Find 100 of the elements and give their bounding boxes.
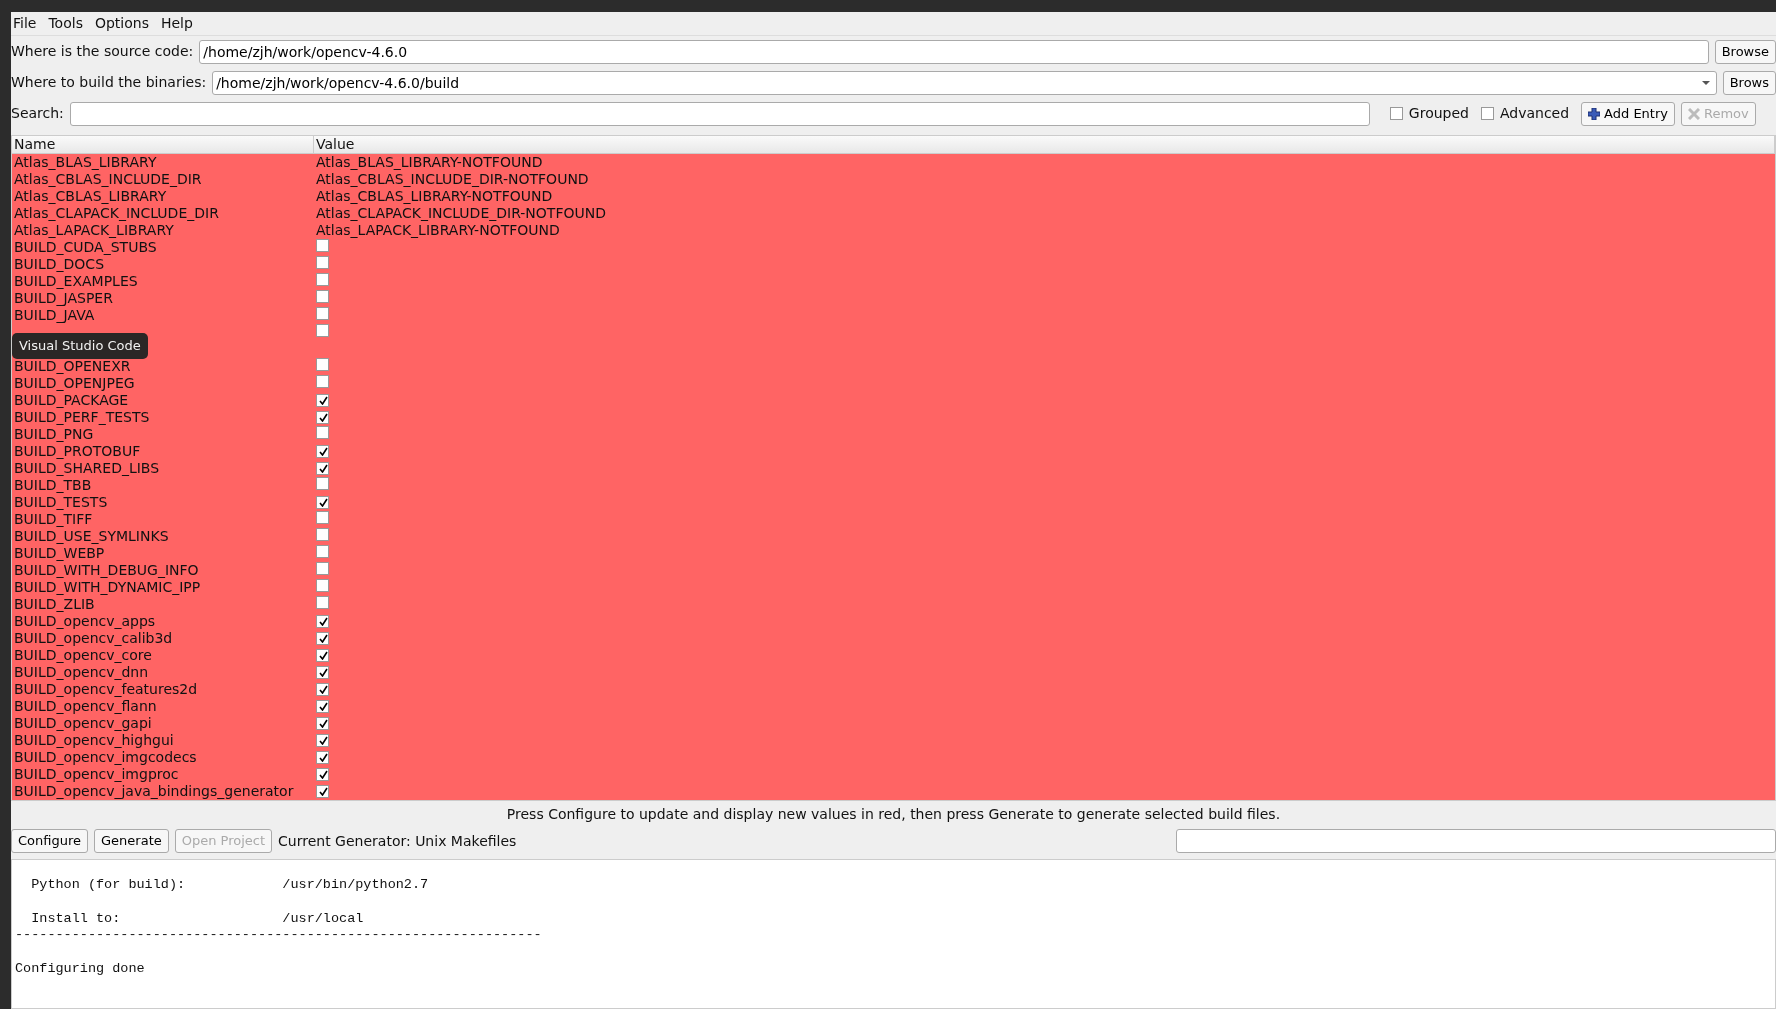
- checkbox[interactable]: [316, 375, 329, 388]
- table-cell-text: BUILD_PNG: [13, 426, 95, 443]
- menu-item[interactable]: Tools: [48, 13, 83, 34]
- table-row[interactable]: BUILD_PERF_TESTS: [12, 409, 1775, 426]
- menu-item[interactable]: Help: [160, 13, 193, 34]
- table-row[interactable]: BUILD_PROTOBUF: [12, 443, 1775, 460]
- checkbox[interactable]: [316, 615, 329, 628]
- table-row[interactable]: BUILD_opencv_dnn: [12, 664, 1775, 681]
- table-cell-text: BUILD_opencv_gapi: [13, 715, 153, 732]
- checkbox[interactable]: [316, 239, 329, 252]
- column-header[interactable]: Name: [12, 136, 314, 153]
- table-row[interactable]: BUILD_PNG: [12, 426, 1775, 443]
- table-row[interactable]: BUILD_opencv_calib3d: [12, 630, 1775, 647]
- checkbox[interactable]: [316, 290, 329, 303]
- checkbox[interactable]: [316, 768, 329, 781]
- field-label: Where to build the binaries:: [11, 73, 207, 92]
- table-row[interactable]: Atlas_CBLAS_INCLUDE_DIR Atlas_CBLAS_INCLUDE_DIR-NOTFOUND: [12, 171, 1775, 188]
- column-header[interactable]: Value: [314, 136, 1775, 153]
- checkbox[interactable]: [316, 562, 329, 575]
- checkbox[interactable]: [316, 545, 329, 558]
- checkbox[interactable]: [316, 785, 329, 798]
- table-row[interactable]: BUILD_TIFF: [12, 511, 1775, 528]
- table-cell-text: BUILD_WITH_DYNAMIC_IPP: [13, 579, 202, 596]
- table-row[interactable]: BUILD_USE_SYMLINKS: [12, 528, 1775, 545]
- action-button[interactable]: Configure: [11, 829, 88, 853]
- table-row[interactable]: BUILD_opencv_flann: [12, 698, 1775, 715]
- source-path-field[interactable]: /home/zjh/work/opencv-4.6.0: [199, 39, 1709, 64]
- checkbox[interactable]: [316, 666, 329, 679]
- checkbox[interactable]: [316, 394, 329, 407]
- table-row[interactable]: BUILD_opencv_java_bindings_generator: [12, 783, 1775, 800]
- table-cell-text: BUILD_opencv_imgcodecs: [13, 749, 198, 766]
- checkbox[interactable]: [316, 596, 329, 609]
- table-row[interactable]: BUILD_TESTS: [12, 494, 1775, 511]
- table-row[interactable]: BUILD_opencv_apps: [12, 613, 1775, 630]
- checkbox[interactable]: [316, 426, 329, 439]
- checkbox[interactable]: [316, 273, 329, 286]
- checkbox[interactable]: [316, 683, 329, 696]
- checkbox[interactable]: [316, 496, 329, 509]
- text-field[interactable]: [1176, 829, 1776, 853]
- checkbox[interactable]: [316, 751, 329, 764]
- table-row[interactable]: BUILD_PACKAGE: [12, 392, 1775, 409]
- table-row[interactable]: Atlas_CLAPACK_INCLUDE_DIR Atlas_CLAPACK_INCLUDE_DIR-NOTFOUND: [12, 205, 1775, 222]
- table-row[interactable]: BUILD_JAVA: [12, 307, 1775, 324]
- generator-label: Current Generator: Unix Makefiles: [278, 831, 517, 851]
- checkbox[interactable]: [316, 477, 329, 490]
- table-cell-text: Atlas_CLAPACK_INCLUDE_DIR: [13, 205, 220, 222]
- checkbox[interactable]: [316, 734, 329, 747]
- build-path-field[interactable]: /home/zjh/work/opencv-4.6.0/build: [212, 70, 1717, 95]
- checkbox[interactable]: [316, 411, 329, 424]
- checkbox[interactable]: [316, 717, 329, 730]
- table-row[interactable]: BUILD_WEBP: [12, 545, 1775, 562]
- table-row[interactable]: BUILD_JASPER: [12, 290, 1775, 307]
- table-cell-text: Atlas_LAPACK_LIBRARY-NOTFOUND: [315, 222, 561, 239]
- table-row[interactable]: BUILD_CUDA_STUBS: [12, 239, 1775, 256]
- table-row[interactable]: BUILD_opencv_core: [12, 647, 1775, 664]
- table-row[interactable]: BUILD_opencv_imgproc: [12, 766, 1775, 783]
- table-row[interactable]: BUILD_EXAMPLES: [12, 273, 1775, 290]
- checkbox[interactable]: [316, 700, 329, 713]
- table-row[interactable]: BUILD_opencv_features2d: [12, 681, 1775, 698]
- table-row[interactable]: BUILD_opencv_gapi: [12, 715, 1775, 732]
- table-row[interactable]: BUILD_OPENJPEG: [12, 375, 1775, 392]
- table-cell-text: BUILD_USE_SYMLINKS: [13, 528, 170, 545]
- checkbox[interactable]: [316, 256, 329, 269]
- checkbox[interactable]: [316, 324, 329, 337]
- checkbox[interactable]: [316, 632, 329, 645]
- table-row[interactable]: Atlas_LAPACK_LIBRARY Atlas_LAPACK_LIBRARY-NOTFOUND: [12, 222, 1775, 239]
- dropdown-arrow-icon[interactable]: [1700, 79, 1711, 86]
- checkbox[interactable]: [316, 358, 329, 371]
- search-field[interactable]: [69, 101, 1370, 126]
- browse-button[interactable]: Browse: [1714, 39, 1776, 64]
- checkbox[interactable]: [316, 579, 329, 592]
- table-row[interactable]: BUILD_WITH_DEBUG_INFO: [12, 562, 1775, 579]
- table-cell-text: BUILD_PERF_TESTS: [13, 409, 151, 426]
- table-cell-text: BUILD_DOCS: [13, 256, 106, 273]
- table-row[interactable]: BUILD_SHARED_LIBS: [12, 460, 1775, 477]
- log-text: Python (for build): /usr/bin/python2.7 Install to: /usr/local ----------------------------------------------------------------- Configuring done: [15, 876, 543, 978]
- action-button[interactable]: Generate: [94, 829, 169, 853]
- menu-item[interactable]: Options: [94, 13, 149, 34]
- table-cell-text: Atlas_CLAPACK_INCLUDE_DIR-NOTFOUND: [315, 205, 607, 222]
- checkbox[interactable]: [316, 307, 329, 320]
- table-row[interactable]: BUILD_opencv_imgcodecs: [12, 749, 1775, 766]
- checkbox[interactable]: [316, 649, 329, 662]
- checkbox[interactable]: [316, 462, 329, 475]
- table-row[interactable]: BUILD_OPENEXR: [12, 358, 1775, 375]
- table-row[interactable]: BUILD_TBB: [12, 477, 1775, 494]
- checkbox[interactable]: [316, 528, 329, 541]
- table-row[interactable]: BUILD_DOCS: [12, 256, 1775, 273]
- table-row[interactable]: BUILD_ZLIB: [12, 596, 1775, 613]
- browse-button[interactable]: Brows: [1722, 70, 1776, 95]
- add-entry-button[interactable]: Add Entry: [1581, 101, 1675, 126]
- menu-item[interactable]: File: [13, 13, 37, 34]
- table-row[interactable]: BUILD_WITH_DYNAMIC_IPP: [12, 579, 1775, 596]
- table-cell-text: BUILD_opencv_apps: [13, 613, 157, 630]
- checkbox[interactable]: [1389, 107, 1403, 120]
- table-row[interactable]: Atlas_BLAS_LIBRARY Atlas_BLAS_LIBRARY-NOTFOUND: [12, 154, 1775, 171]
- checkbox[interactable]: [1480, 107, 1494, 120]
- checkbox[interactable]: [316, 445, 329, 458]
- checkbox[interactable]: [316, 511, 329, 524]
- table-row[interactable]: BUILD_opencv_highgui: [12, 732, 1775, 749]
- table-row[interactable]: Atlas_CBLAS_LIBRARY Atlas_CBLAS_LIBRARY-NOTFOUND: [12, 188, 1775, 205]
